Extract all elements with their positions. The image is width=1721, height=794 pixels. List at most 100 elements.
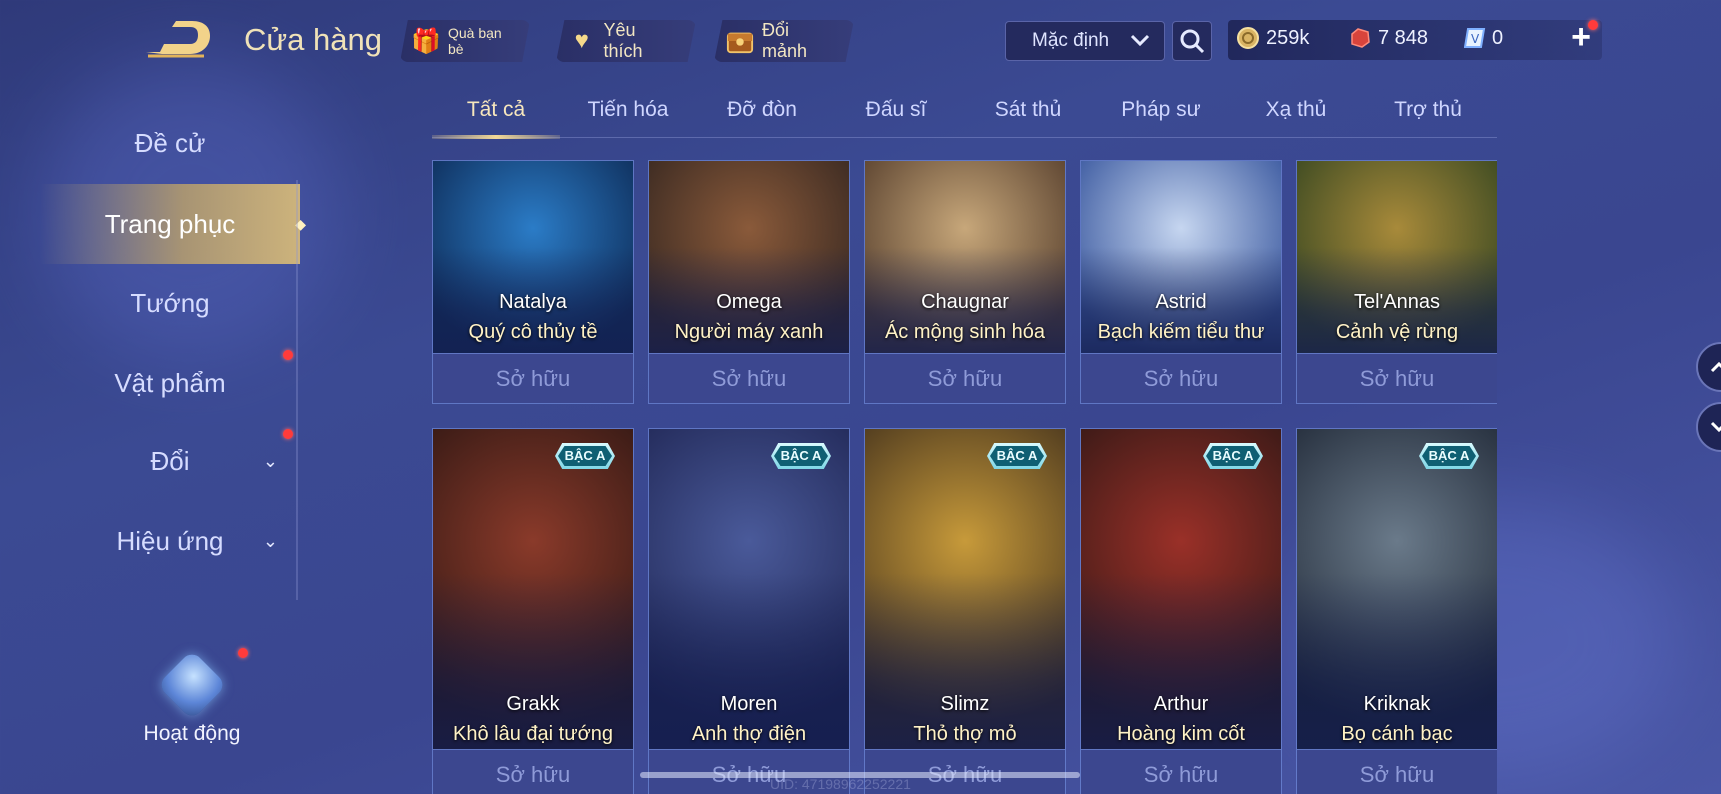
skin-card[interactable]: Omega Người máy xanh Sở hữu bbox=[648, 160, 850, 404]
skin-name: Anh thợ điện bbox=[691, 723, 807, 745]
ruby-display: 7 848 bbox=[1348, 26, 1428, 50]
tab-evolution[interactable]: Tiến hóa bbox=[588, 98, 669, 122]
active-tab-underline bbox=[432, 135, 560, 139]
skin-name: Ác mộng sinh hóa bbox=[884, 321, 1046, 343]
skin-name: Hoàng kim cốt bbox=[1117, 723, 1245, 745]
tab-all[interactable]: Tất cả bbox=[467, 98, 525, 122]
category-tabs: Tất cả Tiến hóa Đỡ đòn Đấu sĩ Sát thủ Ph… bbox=[432, 92, 1497, 139]
scroll-down-button[interactable] bbox=[1696, 402, 1721, 452]
notification-dot bbox=[1588, 20, 1598, 30]
skin-artwork: Chaugnar Ác mộng sinh hóa bbox=[865, 161, 1065, 353]
skin-card[interactable]: Tel'Annas Cảnh vệ rừng Sở hữu bbox=[1296, 160, 1497, 404]
hero-name: Moren bbox=[720, 693, 778, 715]
skin-artwork: BẬC A Kriknak Bọ cánh bạc bbox=[1297, 429, 1497, 749]
sidebar-item-heroes[interactable]: Tướng bbox=[40, 268, 300, 338]
skin-name: Thỏ thợ mỏ bbox=[913, 723, 1017, 745]
hero-name: Grakk bbox=[506, 693, 560, 715]
skin-card[interactable]: Astrid Bạch kiếm tiểu thư Sở hữu bbox=[1080, 160, 1282, 404]
tier-badge: BẬC A bbox=[555, 443, 615, 469]
skin-artwork: Omega Người máy xanh bbox=[649, 161, 849, 353]
chevron-down-icon: ⌄ bbox=[262, 450, 278, 471]
gold-display: 259k bbox=[1236, 26, 1309, 50]
sidebar-item-items[interactable]: Vật phẩm bbox=[40, 348, 300, 418]
tab-fighter[interactable]: Đấu sĩ bbox=[866, 98, 927, 122]
owned-status: Sở hữu bbox=[1297, 353, 1497, 403]
skin-card[interactable]: Natalya Quý cô thủy tề Sở hữu bbox=[432, 160, 634, 404]
hero-name: Kriknak bbox=[1363, 693, 1431, 715]
chevron-down-icon bbox=[1130, 30, 1150, 52]
skin-name: Khô lâu đại tướng bbox=[453, 723, 613, 745]
owned-status: Sở hữu bbox=[1081, 749, 1281, 794]
skin-card[interactable]: BẬC AMorenAnh thợ điệnSở hữu bbox=[648, 428, 850, 794]
sidebar-item-skins[interactable]: Trang phục ◆ bbox=[40, 184, 306, 264]
tab-support[interactable]: Trợ thủ bbox=[1394, 98, 1462, 122]
activity-cube-icon bbox=[156, 649, 228, 721]
skin-artwork: BẬC A Slimz Thỏ thợ mỏ bbox=[865, 429, 1065, 749]
notification-dot bbox=[238, 648, 248, 658]
chest-icon bbox=[726, 27, 754, 55]
notification-dot bbox=[283, 350, 293, 360]
skin-artwork: Tel'Annas Cảnh vệ rừng bbox=[1297, 161, 1497, 353]
friend-gift-button[interactable]: 🎁 Quà bạn bè bbox=[400, 20, 530, 62]
sort-value: Mặc định bbox=[1032, 30, 1110, 51]
scroll-up-button[interactable] bbox=[1696, 342, 1721, 392]
favorites-button[interactable]: ♥ Yêu thích bbox=[556, 20, 696, 62]
tier-badge: BẬC A bbox=[1419, 443, 1479, 469]
skin-card[interactable]: BẬC A Grakk Khô lâu đại tướng Sở hữu bbox=[432, 428, 634, 794]
hero-name: Chaugnar bbox=[921, 291, 1009, 313]
sidebar-divider bbox=[296, 180, 298, 600]
skin-card[interactable]: BẬC A Arthur Hoàng kim cốt Sở hữu bbox=[1080, 428, 1282, 794]
skin-artwork: Natalya Quý cô thủy tề bbox=[433, 161, 633, 353]
tier-badge: BẬC A bbox=[987, 443, 1047, 469]
skin-name: Bạch kiếm tiểu thư bbox=[1097, 321, 1265, 343]
skin-card[interactable]: BẬC ASlimzThỏ thợ mỏSở hữu bbox=[864, 428, 1066, 794]
svg-text:V: V bbox=[1471, 32, 1480, 46]
tab-assassin[interactable]: Sát thủ bbox=[995, 98, 1062, 122]
search-icon bbox=[1180, 29, 1205, 54]
owned-status: Sở hữu bbox=[1081, 353, 1281, 403]
sidebar-item-exchange[interactable]: Đổi ⌄ bbox=[40, 426, 300, 496]
owned-status: Sở hữu bbox=[433, 749, 633, 794]
voucher-icon: V bbox=[1464, 28, 1486, 48]
chevron-down-icon: ⌄ bbox=[262, 530, 278, 551]
tab-marksman[interactable]: Xạ thủ bbox=[1266, 98, 1327, 122]
sort-dropdown[interactable]: Mặc định bbox=[1005, 21, 1165, 61]
voucher-display: V 0 bbox=[1464, 26, 1503, 50]
hero-name: Arthur bbox=[1153, 693, 1209, 715]
skin-artwork: BẬC A Moren Anh thợ điện bbox=[649, 429, 849, 749]
hero-name: Natalya bbox=[499, 291, 567, 313]
heart-icon: ♥ bbox=[574, 27, 589, 54]
notification-dot bbox=[283, 429, 293, 439]
chevron-down-icon bbox=[1710, 421, 1721, 433]
tier-badge: BẬC A bbox=[771, 443, 831, 469]
owned-status: Sở hữu bbox=[433, 353, 633, 403]
page-title: Cửa hàng bbox=[244, 22, 382, 57]
skin-artwork: BẬC A Grakk Khô lâu đại tướng bbox=[433, 429, 633, 749]
skin-card[interactable]: Chaugnar Ác mộng sinh hóa Sở hữu bbox=[864, 160, 1066, 404]
skin-name: Người máy xanh bbox=[674, 321, 824, 343]
tab-mage[interactable]: Pháp sư bbox=[1121, 98, 1200, 122]
owned-status: Sở hữu bbox=[1297, 749, 1497, 794]
chevron-up-icon bbox=[1710, 361, 1721, 373]
skin-artwork: Astrid Bạch kiếm tiểu thư bbox=[1081, 161, 1281, 353]
owned-status: Sở hữu bbox=[649, 353, 849, 403]
back-button[interactable] bbox=[142, 18, 214, 60]
sidebar-item-recommended[interactable]: Đề cử bbox=[40, 108, 300, 178]
skin-artwork: BẬC A Arthur Hoàng kim cốt bbox=[1081, 429, 1281, 749]
search-button[interactable] bbox=[1172, 21, 1212, 61]
ruby-icon bbox=[1351, 28, 1370, 48]
hero-name: Slimz bbox=[940, 693, 990, 715]
tier-badge: BẬC A bbox=[1203, 443, 1263, 469]
skin-grid: Natalya Quý cô thủy tề Sở hữu Omega Người má… bbox=[432, 160, 1497, 794]
skin-card[interactable]: BẬC A Kriknak Bọ cánh bạc Sở hữu bbox=[1296, 428, 1497, 794]
gift-icon: 🎁 bbox=[411, 27, 441, 55]
hero-name: Omega bbox=[716, 291, 782, 313]
tab-tank[interactable]: Đỡ đòn bbox=[727, 98, 797, 122]
activity-button[interactable]: Hoạt động bbox=[142, 649, 242, 746]
hero-name: Tel'Annas bbox=[1353, 291, 1441, 313]
exchange-shards-button[interactable]: Đổi mảnh bbox=[714, 20, 854, 62]
top-bar: Cửa hàng 🎁 Quà bạn bè ♥ Yêu thích Đổi mả… bbox=[0, 0, 1721, 82]
uid-text: UID: 47198962252221 bbox=[770, 776, 911, 792]
skin-name: Cảnh vệ rừng bbox=[1335, 321, 1459, 343]
sidebar-item-effects[interactable]: Hiệu ứng ⌄ bbox=[40, 506, 300, 576]
